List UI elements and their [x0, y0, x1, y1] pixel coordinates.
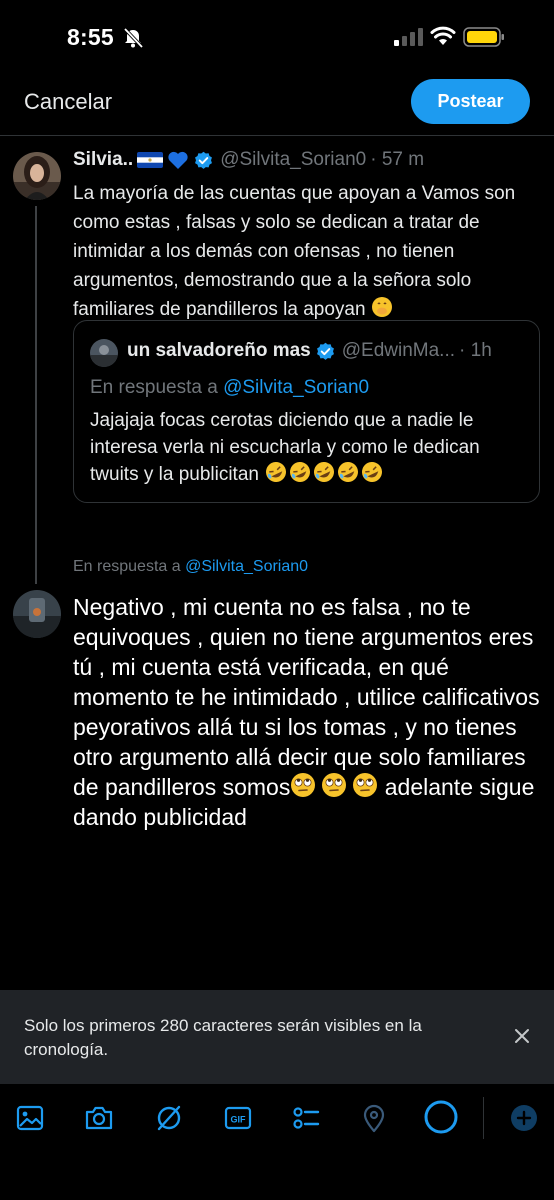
silent-bell-icon [123, 27, 144, 49]
gif-button[interactable]: GIF [222, 1102, 254, 1134]
reply-prefix: En respuesta a [73, 558, 181, 575]
character-counter [424, 1100, 458, 1134]
my-avatar-photo [13, 590, 61, 638]
close-icon[interactable] [512, 1026, 532, 1046]
tweet-header: Silvia.. @Silvita_Sorian0 · 57 m [73, 149, 424, 171]
battery-icon [463, 27, 504, 47]
status-time: 8:55 [67, 24, 114, 50]
author-handle[interactable]: @Silvita_Sorian0 [220, 149, 366, 171]
quoted-avatar-photo [90, 339, 118, 367]
quoted-reply-context: En respuesta a @Silvita_Sorian0 [90, 377, 369, 399]
reply-textarea[interactable]: Negativo , mi cuenta no es falsa , no te… [73, 592, 543, 832]
rofl-emoji-row [264, 462, 384, 485]
quoted-tweet-time: · 1h [459, 340, 492, 361]
cancel-button[interactable]: Cancelar [24, 89, 112, 115]
rofl-emoji-icon [362, 462, 383, 482]
grok-icon[interactable] [153, 1102, 185, 1134]
header-divider [0, 135, 554, 136]
hand-over-mouth-emoji-icon [371, 297, 392, 317]
rofl-emoji-icon [290, 462, 311, 482]
quoted-tweet-text: Jajajaja focas cerotas diciendo que a na… [90, 407, 530, 488]
author-avatar[interactable] [13, 152, 61, 200]
my-avatar[interactable] [13, 590, 61, 638]
rofl-emoji-icon [338, 462, 359, 482]
gif-icon: GIF [224, 1106, 252, 1130]
cellular-signal-icon [394, 28, 423, 46]
eye-roll-emoji-icon [291, 773, 316, 797]
location-icon[interactable] [358, 1102, 390, 1134]
toolbar-divider [483, 1097, 484, 1139]
eye-roll-emoji-row [290, 773, 378, 800]
tweet-time: · 57 m [370, 149, 425, 170]
quoted-author-handle: @EdwinMa... [341, 340, 456, 361]
thread-line [35, 206, 37, 584]
post-button[interactable]: Postear [411, 79, 530, 124]
author-name[interactable]: Silvia.. [73, 149, 133, 171]
verified-badge-icon [316, 342, 334, 360]
quoted-reply-prefix: En respuesta a [90, 377, 218, 398]
quoted-tweet-header: un salvadoreño mas @EdwinMa... · 1h [127, 340, 492, 362]
avatar-photo [13, 152, 61, 200]
verified-badge-icon [195, 151, 213, 169]
reply-mention[interactable]: @Silvita_Sorian0 [185, 558, 308, 575]
tweet-text: La mayoría de las cuentas que apoyan a V… [73, 179, 543, 324]
eye-roll-emoji-icon [322, 773, 347, 797]
toast-message: Solo los primeros 280 caracteres serán v… [24, 1016, 422, 1059]
eye-roll-emoji-icon [353, 773, 378, 797]
blue-heart-icon [168, 151, 188, 169]
image-icon[interactable] [14, 1102, 46, 1134]
add-post-icon[interactable] [509, 1103, 539, 1133]
camera-icon[interactable] [83, 1102, 115, 1134]
el-salvador-flag-icon [137, 152, 164, 168]
quoted-reply-mention[interactable]: @Silvita_Sorian0 [223, 377, 369, 398]
reply-context: En respuesta a @Silvita_Sorian0 [73, 558, 308, 576]
rofl-emoji-icon [314, 462, 335, 482]
poll-icon[interactable] [290, 1102, 322, 1134]
rofl-emoji-icon [266, 462, 287, 482]
quoted-author-name: un salvadoreño mas [127, 340, 311, 361]
quoted-tweet-card[interactable]: un salvadoreño mas @EdwinMa... · 1h En r… [73, 320, 540, 503]
quoted-author-avatar [90, 339, 118, 367]
wifi-icon [430, 26, 456, 45]
gif-label: GIF [231, 1115, 247, 1125]
tweet-text-body: La mayoría de las cuentas que apoyan a V… [73, 183, 516, 320]
reply-text-part1: Negativo , mi cuenta no es falsa , no te… [73, 594, 540, 800]
